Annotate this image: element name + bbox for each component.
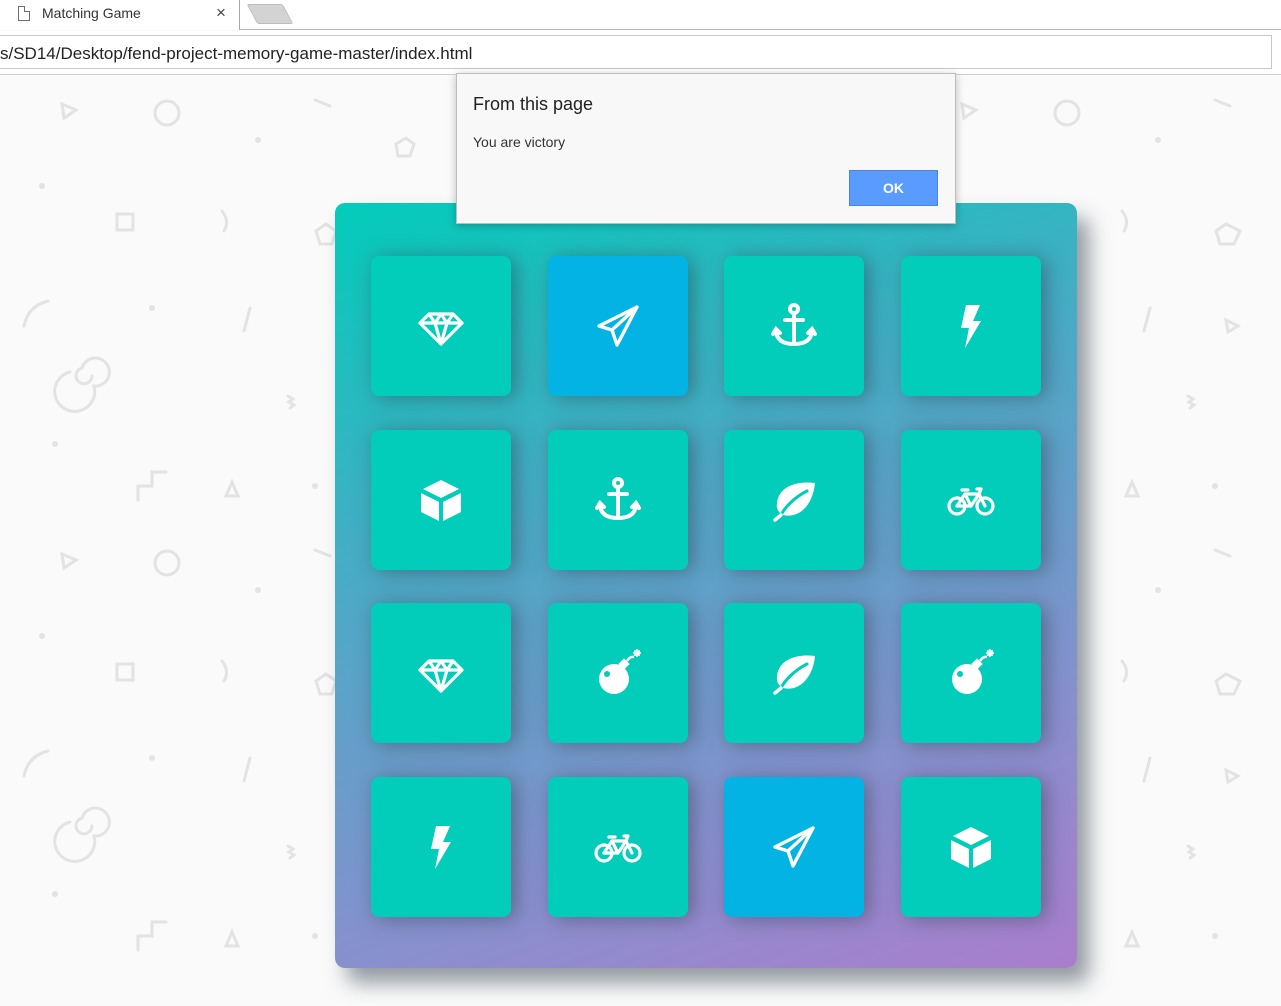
card[interactable] bbox=[724, 429, 865, 570]
alert-dialog: From this page You are victory OK bbox=[456, 73, 956, 224]
card[interactable] bbox=[900, 429, 1041, 570]
card[interactable] bbox=[547, 776, 688, 917]
cube-icon bbox=[416, 475, 466, 525]
leaf-icon bbox=[769, 475, 819, 525]
card[interactable] bbox=[724, 603, 865, 743]
card[interactable] bbox=[724, 256, 865, 396]
cube-icon bbox=[946, 822, 996, 872]
diamond-icon bbox=[416, 648, 466, 698]
diamond-icon bbox=[416, 301, 466, 351]
ok-button[interactable]: OK bbox=[849, 170, 938, 206]
card[interactable] bbox=[371, 429, 511, 570]
card[interactable] bbox=[547, 603, 688, 743]
leaf-icon bbox=[769, 648, 819, 698]
card-deck bbox=[335, 203, 1077, 968]
tab-title: Matching Game bbox=[42, 5, 141, 21]
paper-plane-icon bbox=[593, 301, 643, 351]
bolt-icon bbox=[416, 822, 466, 872]
card[interactable] bbox=[900, 776, 1041, 917]
bomb-icon bbox=[946, 648, 996, 698]
bicycle-icon bbox=[946, 475, 996, 525]
new-tab-button[interactable] bbox=[246, 4, 294, 24]
bolt-icon bbox=[946, 301, 996, 351]
dialog-title: From this page bbox=[473, 94, 594, 114]
card[interactable] bbox=[900, 256, 1041, 396]
bomb-icon bbox=[593, 648, 643, 698]
browser-tab-strip: Matching Game × bbox=[0, 0, 1281, 30]
paper-plane-icon bbox=[769, 822, 819, 872]
address-bar: s/SD14/Desktop/fend-project-memory-game-… bbox=[0, 31, 1281, 75]
card[interactable] bbox=[724, 776, 865, 917]
dialog-message: You are victory bbox=[473, 134, 566, 150]
page-icon bbox=[18, 6, 30, 21]
card[interactable] bbox=[900, 603, 1041, 743]
card[interactable] bbox=[547, 429, 688, 570]
bicycle-icon bbox=[593, 822, 643, 872]
url-input[interactable]: s/SD14/Desktop/fend-project-memory-game-… bbox=[0, 35, 1272, 69]
card[interactable] bbox=[371, 603, 511, 743]
anchor-icon bbox=[593, 475, 643, 525]
browser-tab[interactable]: Matching Game × bbox=[0, 0, 240, 30]
card[interactable] bbox=[371, 256, 511, 396]
tab-close-icon[interactable]: × bbox=[216, 3, 226, 23]
anchor-icon bbox=[769, 301, 819, 351]
url-text: s/SD14/Desktop/fend-project-memory-game-… bbox=[0, 44, 473, 63]
card[interactable] bbox=[547, 256, 688, 396]
card[interactable] bbox=[371, 776, 511, 917]
